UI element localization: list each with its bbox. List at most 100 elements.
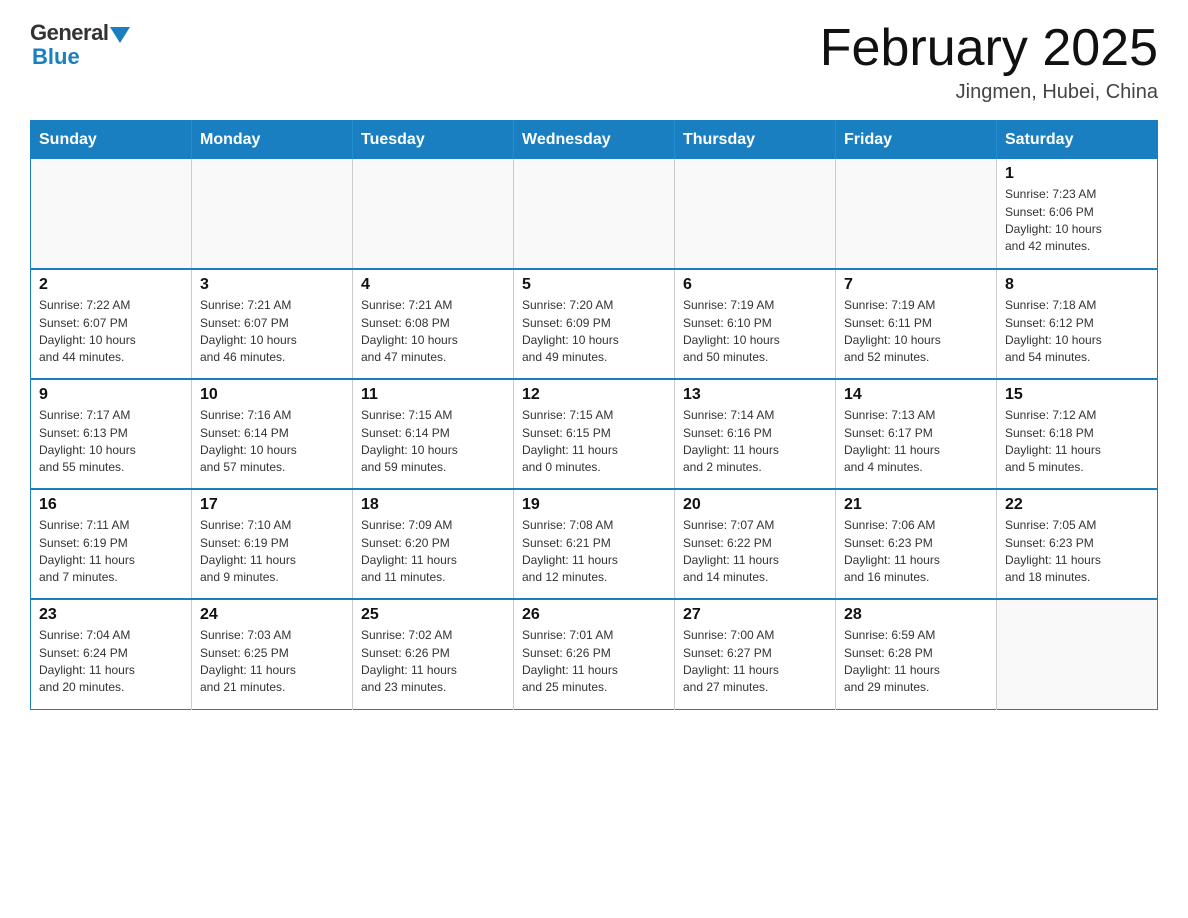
calendar-cell: 10Sunrise: 7:16 AM Sunset: 6:14 PM Dayli… [192, 379, 353, 489]
day-number: 7 [844, 276, 988, 294]
day-info: Sunrise: 7:10 AM Sunset: 6:19 PM Dayligh… [200, 517, 344, 587]
calendar-location: Jingmen, Hubei, China [820, 81, 1158, 104]
calendar-cell: 20 Sunrise: 7:07 AM Sunset: 6:22 PM Dayli… [675, 489, 836, 599]
calendar-cell [31, 159, 192, 269]
day-info: Sunrise: 6:59 AM Sunset: 6:28 PM Dayligh… [844, 627, 988, 697]
day-number: 16 [39, 496, 183, 514]
day-info: Sunrise: 7:19 AM Sunset: 6:10 PM Dayligh… [683, 297, 827, 367]
calendar-week-row: 23 Sunrise: 7:04 AM Sunset: 6:24 PM Dayli… [31, 599, 1158, 709]
logo: General Blue [30, 20, 130, 70]
calendar-cell: 23 Sunrise: 7:04 AM Sunset: 6:24 PM Dayli… [31, 599, 192, 709]
calendar-cell: 25 Sunrise: 7:02 AM Sunset: 6:26 PM Dayli… [353, 599, 514, 709]
day-info: Sunrise: 7:18 AM Sunset: 6:12 PM Dayligh… [1005, 297, 1149, 367]
calendar-cell: 13Sunrise: 7:14 AM Sunset: 6:16 PM Dayli… [675, 379, 836, 489]
day-number: 18 [361, 496, 505, 514]
calendar-week-row: 16 Sunrise: 7:11 AM Sunset: 6:19 PM Dayli… [31, 489, 1158, 599]
calendar-cell [997, 599, 1158, 709]
calendar-cell: 28 Sunrise: 6:59 AM Sunset: 6:28 PM Dayli… [836, 599, 997, 709]
day-number: 24 [200, 606, 344, 624]
calendar-cell [192, 159, 353, 269]
day-info: Sunrise: 7:00 AM Sunset: 6:27 PM Dayligh… [683, 627, 827, 697]
calendar-cell: 9 Sunrise: 7:17 AM Sunset: 6:13 PM Daylig… [31, 379, 192, 489]
logo-triangle-icon [110, 27, 130, 43]
weekday-header-sunday: Sunday [31, 121, 192, 160]
calendar-week-row: 1 Sunrise: 7:23 AM Sunset: 6:06 PM Daylig… [31, 159, 1158, 269]
calendar-cell: 2Sunrise: 7:22 AM Sunset: 6:07 PM Daylig… [31, 269, 192, 379]
calendar-cell [675, 159, 836, 269]
calendar-cell: 6 Sunrise: 7:19 AM Sunset: 6:10 PM Daylig… [675, 269, 836, 379]
calendar-cell: 11 Sunrise: 7:15 AM Sunset: 6:14 PM Dayli… [353, 379, 514, 489]
calendar-cell: 15Sunrise: 7:12 AM Sunset: 6:18 PM Dayli… [997, 379, 1158, 489]
calendar-cell: 14Sunrise: 7:13 AM Sunset: 6:17 PM Dayli… [836, 379, 997, 489]
weekday-header-friday: Friday [836, 121, 997, 160]
day-number: 10 [200, 386, 344, 404]
day-info: Sunrise: 7:19 AM Sunset: 6:11 PM Dayligh… [844, 297, 988, 367]
day-number: 1 [1005, 165, 1149, 183]
calendar-cell: 22Sunrise: 7:05 AM Sunset: 6:23 PM Dayli… [997, 489, 1158, 599]
calendar-body: 1 Sunrise: 7:23 AM Sunset: 6:06 PM Daylig… [31, 159, 1158, 709]
day-number: 19 [522, 496, 666, 514]
calendar-week-row: 2Sunrise: 7:22 AM Sunset: 6:07 PM Daylig… [31, 269, 1158, 379]
day-number: 11 [361, 386, 505, 404]
day-info: Sunrise: 7:12 AM Sunset: 6:18 PM Dayligh… [1005, 407, 1149, 477]
day-number: 4 [361, 276, 505, 294]
day-info: Sunrise: 7:08 AM Sunset: 6:21 PM Dayligh… [522, 517, 666, 587]
day-number: 20 [683, 496, 827, 514]
day-info: Sunrise: 7:21 AM Sunset: 6:07 PM Dayligh… [200, 297, 344, 367]
day-number: 23 [39, 606, 183, 624]
calendar-cell: 17 Sunrise: 7:10 AM Sunset: 6:19 PM Dayli… [192, 489, 353, 599]
calendar-cell: 1 Sunrise: 7:23 AM Sunset: 6:06 PM Daylig… [997, 159, 1158, 269]
day-info: Sunrise: 7:06 AM Sunset: 6:23 PM Dayligh… [844, 517, 988, 587]
day-number: 27 [683, 606, 827, 624]
logo-blue-text: Blue [30, 44, 80, 70]
day-number: 26 [522, 606, 666, 624]
day-number: 6 [683, 276, 827, 294]
day-number: 2 [39, 276, 183, 294]
day-info: Sunrise: 7:02 AM Sunset: 6:26 PM Dayligh… [361, 627, 505, 697]
weekday-row: SundayMondayTuesdayWednesdayThursdayFrid… [31, 121, 1158, 160]
calendar-cell: 24 Sunrise: 7:03 AM Sunset: 6:25 PM Dayli… [192, 599, 353, 709]
calendar-cell: 7 Sunrise: 7:19 AM Sunset: 6:11 PM Daylig… [836, 269, 997, 379]
calendar-cell: 5Sunrise: 7:20 AM Sunset: 6:09 PM Daylig… [514, 269, 675, 379]
day-number: 9 [39, 386, 183, 404]
calendar-table: SundayMondayTuesdayWednesdayThursdayFrid… [30, 120, 1158, 710]
day-info: Sunrise: 7:20 AM Sunset: 6:09 PM Dayligh… [522, 297, 666, 367]
day-info: Sunrise: 7:03 AM Sunset: 6:25 PM Dayligh… [200, 627, 344, 697]
calendar-cell: 12 Sunrise: 7:15 AM Sunset: 6:15 PM Dayli… [514, 379, 675, 489]
title-block: February 2025 Jingmen, Hubei, China [820, 20, 1158, 104]
day-info: Sunrise: 7:04 AM Sunset: 6:24 PM Dayligh… [39, 627, 183, 697]
day-number: 21 [844, 496, 988, 514]
day-info: Sunrise: 7:17 AM Sunset: 6:13 PM Dayligh… [39, 407, 183, 477]
day-number: 22 [1005, 496, 1149, 514]
day-number: 8 [1005, 276, 1149, 294]
day-info: Sunrise: 7:14 AM Sunset: 6:16 PM Dayligh… [683, 407, 827, 477]
weekday-header-monday: Monday [192, 121, 353, 160]
logo-general-text: General [30, 20, 108, 46]
day-info: Sunrise: 7:07 AM Sunset: 6:22 PM Dayligh… [683, 517, 827, 587]
weekday-header-saturday: Saturday [997, 121, 1158, 160]
day-info: Sunrise: 7:15 AM Sunset: 6:14 PM Dayligh… [361, 407, 505, 477]
weekday-header-wednesday: Wednesday [514, 121, 675, 160]
calendar-title: February 2025 [820, 20, 1158, 77]
calendar-cell: 4 Sunrise: 7:21 AM Sunset: 6:08 PM Daylig… [353, 269, 514, 379]
calendar-cell [514, 159, 675, 269]
calendar-cell [836, 159, 997, 269]
calendar-cell: 26Sunrise: 7:01 AM Sunset: 6:26 PM Dayli… [514, 599, 675, 709]
day-info: Sunrise: 7:11 AM Sunset: 6:19 PM Dayligh… [39, 517, 183, 587]
day-number: 17 [200, 496, 344, 514]
day-number: 12 [522, 386, 666, 404]
calendar-cell: 18 Sunrise: 7:09 AM Sunset: 6:20 PM Dayli… [353, 489, 514, 599]
day-info: Sunrise: 7:13 AM Sunset: 6:17 PM Dayligh… [844, 407, 988, 477]
calendar-cell: 27 Sunrise: 7:00 AM Sunset: 6:27 PM Dayli… [675, 599, 836, 709]
day-info: Sunrise: 7:21 AM Sunset: 6:08 PM Dayligh… [361, 297, 505, 367]
day-number: 25 [361, 606, 505, 624]
day-info: Sunrise: 7:23 AM Sunset: 6:06 PM Dayligh… [1005, 186, 1149, 256]
day-info: Sunrise: 7:15 AM Sunset: 6:15 PM Dayligh… [522, 407, 666, 477]
calendar-week-row: 9 Sunrise: 7:17 AM Sunset: 6:13 PM Daylig… [31, 379, 1158, 489]
day-info: Sunrise: 7:09 AM Sunset: 6:20 PM Dayligh… [361, 517, 505, 587]
calendar-cell: 3Sunrise: 7:21 AM Sunset: 6:07 PM Daylig… [192, 269, 353, 379]
calendar-cell: 16 Sunrise: 7:11 AM Sunset: 6:19 PM Dayli… [31, 489, 192, 599]
calendar-header: SundayMondayTuesdayWednesdayThursdayFrid… [31, 121, 1158, 160]
calendar-cell: 8 Sunrise: 7:18 AM Sunset: 6:12 PM Daylig… [997, 269, 1158, 379]
day-number: 28 [844, 606, 988, 624]
